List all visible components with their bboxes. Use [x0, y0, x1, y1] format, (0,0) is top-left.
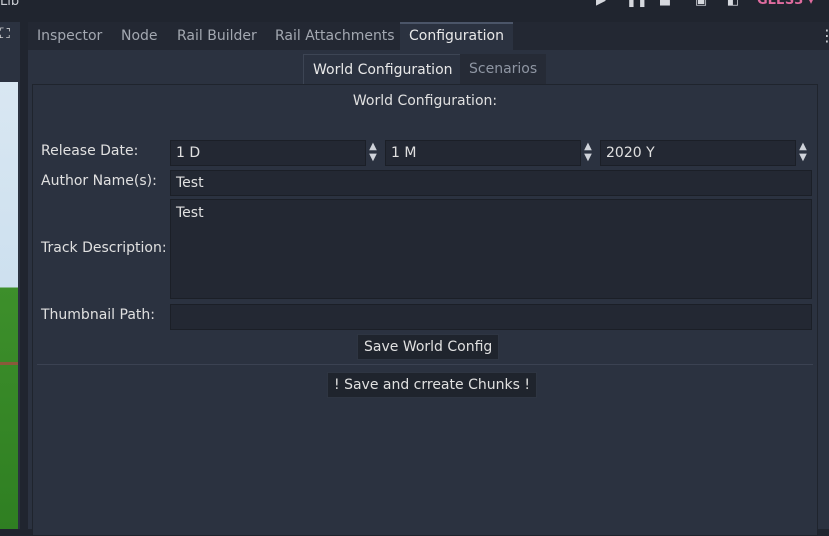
year-spin-arrows-icon[interactable]: ▲ ▼ — [796, 141, 810, 165]
divider — [37, 364, 813, 365]
tab-rail-attachments[interactable]: Rail Attachments — [266, 22, 404, 50]
tab-inspector[interactable]: Inspector — [28, 22, 111, 50]
pause-icon[interactable]: ❚❚ — [626, 0, 648, 8]
play-scene-icon[interactable]: ▣ — [694, 0, 708, 8]
author-label: Author Name(s): — [41, 173, 157, 189]
year-value: 2020 Y — [606, 145, 655, 161]
top-bar: Lib ▶ ❚❚ ■ ▣ ◧ GLES3 ▾ — [0, 0, 829, 14]
panel-title: World Configuration: — [352, 93, 498, 109]
right-dock: Inspector Node Rail Builder Rail Attachm… — [28, 22, 829, 536]
day-spin-arrows-icon[interactable]: ▲ ▼ — [366, 141, 380, 165]
month-spinbox[interactable]: 1 M — [385, 140, 581, 166]
description-label: Track Description: — [41, 240, 167, 256]
tab-configuration[interactable]: Configuration — [400, 22, 513, 50]
day-spinbox[interactable]: 1 D — [170, 140, 366, 166]
release-date-label: Release Date: — [41, 143, 139, 159]
world-config-panel: World Configuration: Release Date: 1 D ▲… — [32, 84, 818, 536]
dock-menu-icon[interactable]: ⋮ — [819, 26, 829, 46]
description-textarea[interactable]: Test — [170, 199, 812, 299]
renderer-label[interactable]: GLES3 ▾ — [757, 0, 814, 8]
scene-viewport[interactable] — [0, 82, 18, 529]
tab-scenarios[interactable]: Scenarios — [460, 54, 547, 84]
tab-node[interactable]: Node — [112, 22, 167, 50]
save-create-chunks-button[interactable]: ! Save and crreate Chunks ! — [327, 372, 537, 398]
thumbnail-label: Thumbnail Path: — [41, 307, 155, 323]
chevron-down-icon: ▾ — [807, 0, 815, 8]
description-value: Test — [176, 205, 204, 221]
stop-icon[interactable]: ■ — [658, 0, 672, 8]
author-field[interactable]: Test — [170, 170, 812, 196]
top-left-label: Lib — [0, 0, 20, 9]
expand-icon[interactable]: ⛶ — [0, 26, 14, 42]
save-world-config-button[interactable]: Save World Config — [357, 334, 500, 360]
tab-world-configuration[interactable]: World Configuration — [303, 54, 463, 84]
day-value: 1 D — [176, 145, 201, 161]
author-value: Test — [176, 175, 204, 191]
month-spin-arrows-icon[interactable]: ▲ ▼ — [581, 141, 595, 165]
play-custom-icon[interactable]: ◧ — [726, 0, 740, 8]
year-spinbox[interactable]: 2020 Y — [600, 140, 796, 166]
month-value: 1 M — [391, 145, 417, 161]
dock-tab-bar: Inspector Node Rail Builder Rail Attachm… — [28, 22, 829, 50]
thumbnail-path-field[interactable] — [170, 304, 812, 330]
play-icon[interactable]: ▶ — [594, 0, 608, 8]
tab-rail-builder[interactable]: Rail Builder — [168, 22, 266, 50]
